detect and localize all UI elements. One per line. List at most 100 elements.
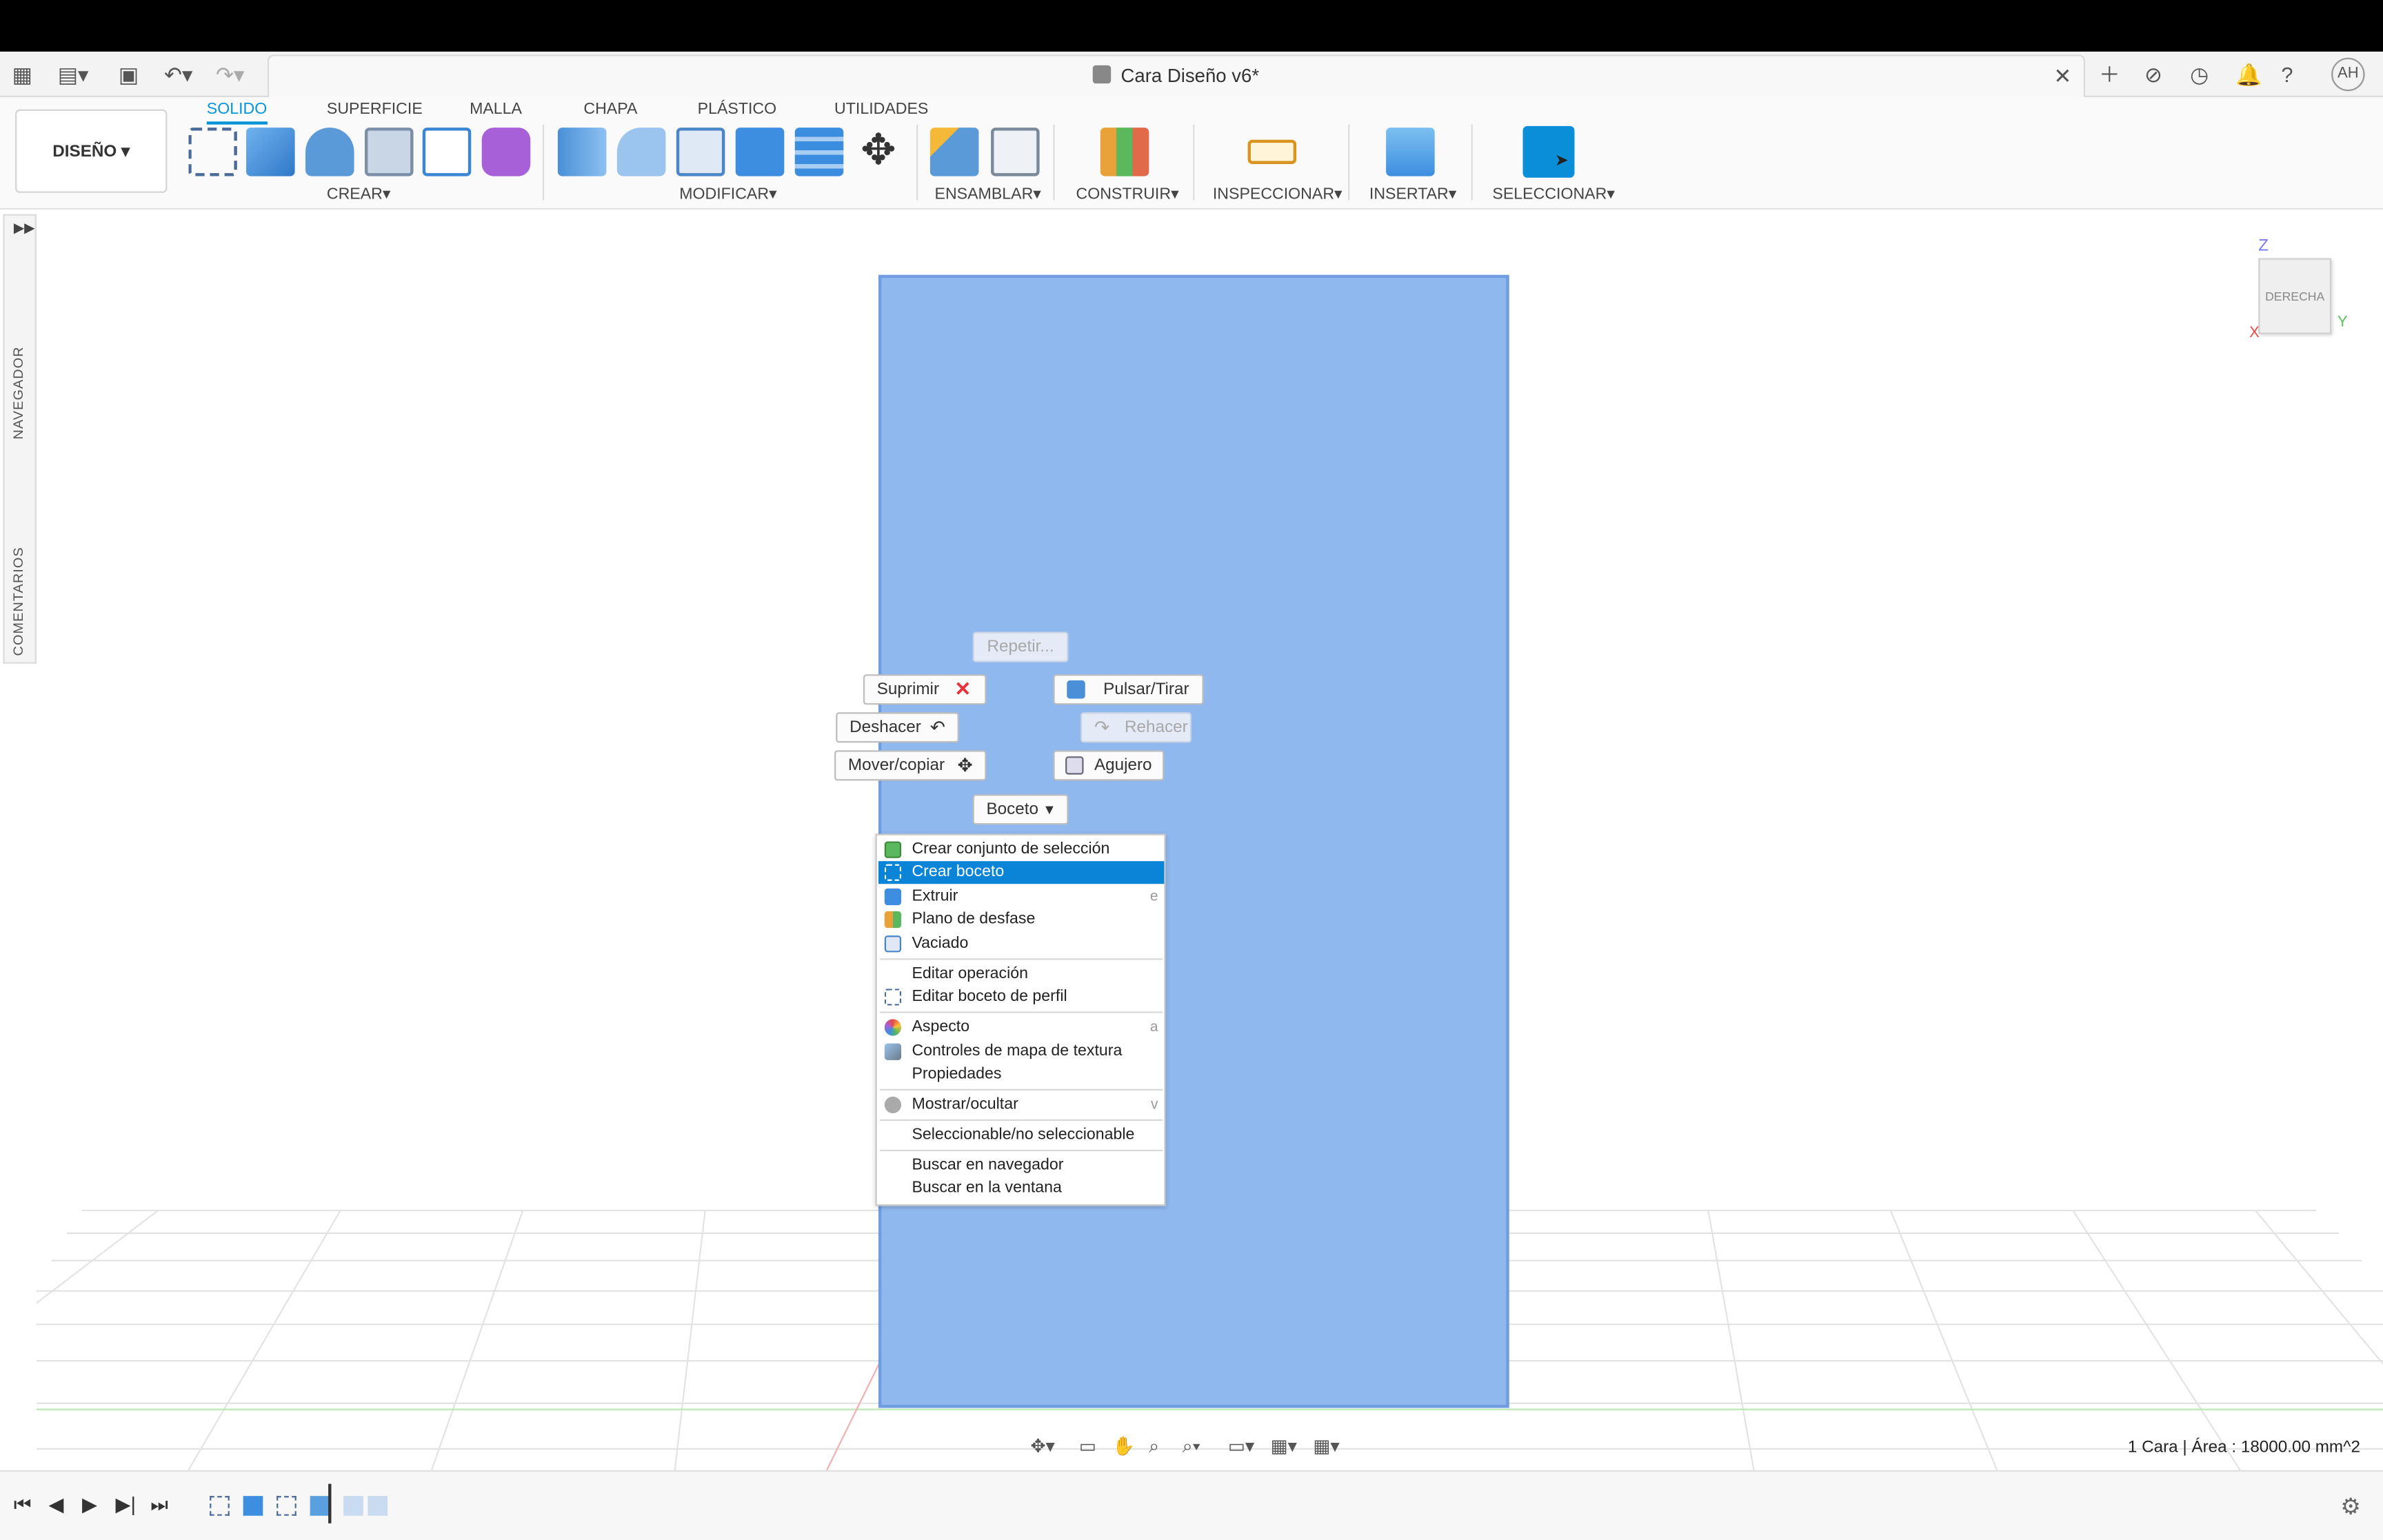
tab-chapa[interactable]: CHAPA bbox=[583, 100, 637, 118]
zoom-icon[interactable]: ⌕ bbox=[1149, 1435, 1159, 1458]
menu-label: Editar operación bbox=[912, 964, 1029, 983]
revolve-icon[interactable] bbox=[305, 128, 354, 176]
menu-item-buscar-ventana[interactable]: Buscar en la ventana bbox=[878, 1177, 1164, 1199]
menu-item-buscar-navegador[interactable]: Buscar en navegador bbox=[878, 1154, 1164, 1177]
joint-icon[interactable] bbox=[991, 128, 1040, 176]
move-cross-icon: ✥ bbox=[957, 754, 973, 776]
tab-solido[interactable]: SOLIDO bbox=[206, 100, 268, 125]
look-at-icon[interactable]: ▭ bbox=[1079, 1435, 1096, 1457]
pan-icon[interactable]: ✋ bbox=[1112, 1435, 1135, 1457]
menu-item-editar-operacion[interactable]: Editar operación bbox=[878, 963, 1164, 986]
user-avatar[interactable]: AH bbox=[2331, 57, 2365, 92]
timeline-extrude-icon[interactable] bbox=[243, 1496, 263, 1516]
shell-icon[interactable] bbox=[676, 128, 725, 176]
workspace-switcher[interactable]: DISEÑO ▾ bbox=[15, 109, 168, 193]
apps-grid-icon[interactable]: ▦ bbox=[12, 62, 32, 86]
menu-item-crear-boceto[interactable]: Crear boceto bbox=[878, 861, 1165, 884]
press-pull-icon[interactable] bbox=[557, 128, 607, 176]
timeline-suppressed-icon[interactable] bbox=[343, 1496, 363, 1516]
navegador-label[interactable]: NAVEGADOR bbox=[10, 346, 26, 439]
repeat-button[interactable]: Repetir... bbox=[972, 631, 1069, 662]
job-status-icon[interactable]: ◷ bbox=[2190, 62, 2209, 86]
step-forward-icon[interactable]: ▶| bbox=[116, 1493, 136, 1517]
redo-button[interactable]: ↷ Rehacer bbox=[1080, 712, 1192, 743]
pattern-icon[interactable] bbox=[422, 128, 472, 176]
extensions-icon[interactable]: ⊘ bbox=[2144, 62, 2162, 86]
move-copy-button[interactable]: Mover/copiar ✥ bbox=[834, 750, 987, 781]
hole-button[interactable]: Agujero bbox=[1053, 750, 1165, 781]
orbit-icon[interactable]: ✥▾ bbox=[1030, 1435, 1054, 1457]
group-construir[interactable]: CONSTRUIR▾ bbox=[1076, 185, 1179, 203]
select-tool-icon[interactable]: ➤ bbox=[1522, 125, 1575, 178]
save-icon[interactable]: ▣ bbox=[119, 62, 139, 86]
display-settings-icon[interactable]: ▭▾ bbox=[1228, 1435, 1254, 1457]
document-tab[interactable]: Cara Diseño v6* ✕ bbox=[267, 54, 2086, 98]
play-icon[interactable]: ▶ bbox=[82, 1493, 97, 1517]
tab-superficie[interactable]: SUPERFICIE bbox=[327, 100, 423, 118]
expand-panel-icon[interactable]: ▶▶ bbox=[14, 220, 35, 236]
timeline-marker[interactable] bbox=[328, 1483, 332, 1523]
new-tab-icon[interactable]: ＋ bbox=[2099, 62, 2120, 86]
timeline-settings-gear-icon[interactable]: ⚙ bbox=[2340, 1493, 2361, 1520]
menu-item-controles-textura[interactable]: Controles de mapa de textura bbox=[878, 1040, 1164, 1063]
group-insertar[interactable]: INSERTAR▾ bbox=[1369, 185, 1457, 203]
new-component-icon[interactable] bbox=[929, 128, 979, 176]
hole-tool-icon[interactable] bbox=[364, 128, 414, 176]
tab-malla[interactable]: MALLA bbox=[470, 100, 522, 118]
document-title: Cara Diseño v6* bbox=[269, 65, 2084, 87]
fit-icon[interactable]: ⌕▾ bbox=[1183, 1435, 1200, 1458]
step-back-icon[interactable]: ◀ bbox=[49, 1493, 64, 1517]
group-modificar[interactable]: MODIFICAR▾ bbox=[679, 185, 777, 203]
form-icon[interactable] bbox=[481, 128, 531, 176]
view-cube[interactable]: DERECHA bbox=[2258, 258, 2332, 334]
menu-item-vaciado[interactable]: Vaciado bbox=[878, 933, 1164, 955]
undo-icon[interactable]: ↶▾ bbox=[164, 62, 192, 86]
timeline-sketch-icon[interactable] bbox=[210, 1496, 230, 1516]
menu-item-editar-boceto-perfil[interactable]: Editar boceto de perfil bbox=[878, 986, 1164, 1009]
undo-button[interactable]: Deshacer ↶ bbox=[836, 712, 959, 743]
insert-image-icon[interactable] bbox=[1386, 128, 1435, 176]
menu-item-seleccionable[interactable]: Seleccionable/no seleccionable bbox=[878, 1124, 1164, 1146]
split-body-icon[interactable] bbox=[794, 128, 844, 176]
menu-item-mostrar-ocultar[interactable]: Mostrar/ocultar v bbox=[878, 1093, 1164, 1116]
extrude-icon[interactable] bbox=[246, 128, 295, 176]
press-pull-button[interactable]: Pulsar/Tirar bbox=[1053, 674, 1204, 705]
timeline-sketch-icon[interactable] bbox=[276, 1496, 296, 1516]
notifications-icon[interactable]: 🔔 bbox=[2235, 62, 2262, 86]
create-sketch-icon[interactable] bbox=[188, 128, 237, 176]
redo-icon[interactable]: ↷▾ bbox=[216, 62, 244, 86]
menu-item-extruir[interactable]: Extruir e bbox=[878, 885, 1164, 908]
sketch-dropdown-button[interactable]: Boceto ▼ bbox=[972, 794, 1069, 825]
timeline-suppressed-icon[interactable] bbox=[368, 1496, 388, 1516]
delete-x-icon: ✕ bbox=[954, 677, 972, 700]
group-crear[interactable]: CREAR▾ bbox=[327, 185, 391, 203]
group-modificar-label: MODIFICAR bbox=[679, 185, 770, 204]
comentarios-label[interactable]: COMENTARIOS bbox=[10, 547, 26, 656]
tab-plastico[interactable]: PLÁSTICO bbox=[698, 100, 776, 118]
offset-plane-icon[interactable] bbox=[1100, 128, 1149, 176]
combine-icon[interactable] bbox=[735, 128, 785, 176]
menu-item-aspecto[interactable]: Aspecto a bbox=[878, 1016, 1164, 1039]
viewports-icon[interactable]: ▦▾ bbox=[1313, 1435, 1339, 1457]
grid-settings-icon[interactable]: ▦▾ bbox=[1271, 1435, 1297, 1457]
menu-item-crear-conjunto[interactable]: Crear conjunto de selección bbox=[878, 838, 1164, 861]
delete-button[interactable]: Suprimir ✕ bbox=[863, 674, 987, 705]
fillet-icon[interactable] bbox=[616, 128, 666, 176]
group-ensamblar[interactable]: ENSAMBLAR▾ bbox=[935, 185, 1041, 203]
viewcube-face-label: DERECHA bbox=[2265, 290, 2325, 304]
group-inspeccionar[interactable]: INSPECCIONAR▾ bbox=[1213, 185, 1343, 203]
go-to-start-icon[interactable]: ⏮ bbox=[14, 1493, 32, 1517]
group-seleccionar[interactable]: SELECCIONAR▾ bbox=[1492, 185, 1615, 203]
texture-map-small-icon bbox=[884, 1043, 902, 1060]
close-tab-icon[interactable]: ✕ bbox=[2053, 64, 2071, 90]
go-to-end-icon[interactable]: ⏭ bbox=[150, 1493, 168, 1517]
move-icon[interactable]: ✥ bbox=[854, 127, 903, 176]
help-icon[interactable]: ? bbox=[2281, 62, 2293, 86]
tab-utilidades[interactable]: UTILIDADES bbox=[834, 100, 928, 118]
extrude-small-icon bbox=[884, 888, 902, 906]
timeline-image-icon[interactable] bbox=[310, 1496, 330, 1516]
menu-item-plano-desfase[interactable]: Plano de desfase bbox=[878, 909, 1164, 931]
measure-icon[interactable] bbox=[1247, 139, 1297, 164]
menu-item-propiedades[interactable]: Propiedades bbox=[878, 1063, 1164, 1086]
file-menu-icon[interactable]: ▤▾ bbox=[58, 62, 89, 86]
